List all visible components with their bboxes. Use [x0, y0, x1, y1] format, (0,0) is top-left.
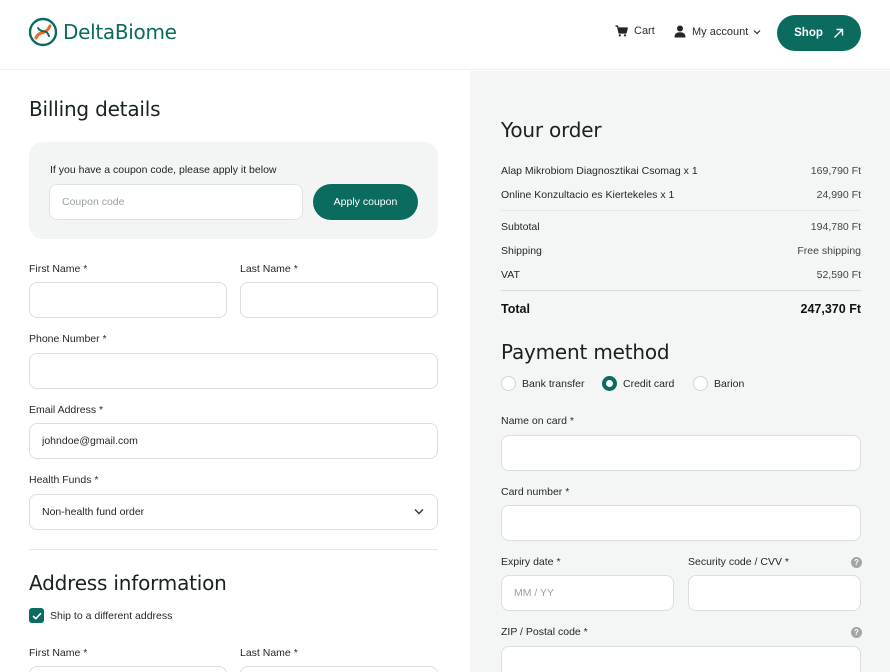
shipping-row: Shipping Free shipping: [501, 245, 861, 257]
payment-option-credit-card[interactable]: Credit card: [602, 376, 674, 391]
payment-option-label: Credit card: [623, 377, 675, 390]
coupon-panel: If you have a coupon code, please apply …: [29, 142, 438, 239]
name-on-card-label: Name on card *: [501, 415, 574, 427]
order-item-price: 24,990 Ft: [816, 189, 861, 201]
chevron-down-icon: [753, 29, 761, 34]
cvv-label: Security code / CVV *: [688, 556, 789, 568]
apply-coupon-button[interactable]: Apply coupon: [313, 184, 418, 220]
card-number-field[interactable]: [501, 505, 861, 541]
my-account-menu[interactable]: My account: [674, 25, 767, 38]
brand-name: DeltaBiome: [63, 20, 177, 44]
email-field[interactable]: [29, 423, 438, 459]
payment-option-label: Bank transfer: [522, 377, 585, 390]
billing-section: Billing details If you have a coupon cod…: [0, 71, 470, 672]
order-divider: [501, 210, 861, 211]
phone-field[interactable]: [29, 353, 438, 389]
coupon-hint: If you have a coupon code, please apply …: [50, 164, 277, 176]
payment-option-label: Barion: [714, 377, 745, 390]
cart-label: Cart: [634, 25, 655, 37]
ship-different-label: Ship to a different address: [50, 610, 173, 622]
radio-button-selected[interactable]: [602, 376, 617, 391]
checkmark-icon: [31, 612, 42, 620]
help-icon[interactable]: ?: [851, 627, 862, 638]
address-first-name-field[interactable]: [29, 666, 227, 672]
total-divider: [501, 290, 861, 291]
user-icon: [674, 25, 686, 38]
billing-title: Billing details: [29, 97, 161, 121]
my-account-label: My account: [692, 25, 749, 38]
order-summary-panel: Your order Alap Mikrobiom Diagnosztikai …: [470, 71, 890, 672]
card-number-label: Card number *: [501, 486, 570, 498]
site-header: DeltaBiome Cart My account Shop: [0, 0, 890, 70]
payment-option-bank-transfer[interactable]: Bank transfer: [501, 376, 584, 391]
ship-different-checkbox[interactable]: [29, 608, 44, 623]
radio-button[interactable]: [693, 376, 708, 391]
zip-field[interactable]: [501, 646, 861, 672]
address-first-name-label: First Name *: [29, 647, 88, 659]
order-item-name: Online Konzultacio es Kiertekeles x 1: [501, 189, 675, 201]
payment-title: Payment method: [501, 340, 670, 364]
shipping-value: Free shipping: [797, 245, 861, 257]
cvv-field[interactable]: [688, 575, 861, 611]
order-item-row: Online Konzultacio es Kiertekeles x 1 24…: [501, 189, 861, 201]
deltabiome-logo-icon: [28, 17, 58, 47]
order-title: Your order: [501, 118, 602, 142]
total-value: 247,370 Ft: [800, 302, 861, 316]
address-title: Address information: [29, 571, 227, 595]
name-on-card-field[interactable]: [501, 435, 861, 471]
subtotal-value: 194,780 Ft: [810, 221, 861, 233]
address-last-name-field[interactable]: [240, 666, 438, 672]
order-item-name: Alap Mikrobiom Diagnosztikai Csomag x 1: [501, 165, 698, 177]
shipping-label: Shipping: [501, 245, 542, 257]
brand-logo[interactable]: DeltaBiome: [28, 17, 177, 47]
phone-label: Phone Number *: [29, 333, 107, 345]
cart-link[interactable]: Cart: [615, 25, 655, 37]
health-funds-label: Health Funds *: [29, 474, 99, 486]
email-label: Email Address *: [29, 404, 104, 416]
subtotal-row: Subtotal 194,780 Ft: [501, 221, 861, 233]
vat-value: 52,590 Ft: [816, 269, 861, 281]
order-item-price: 169,790 Ft: [810, 165, 861, 177]
subtotal-label: Subtotal: [501, 221, 540, 233]
vat-row: VAT 52,590 Ft: [501, 269, 861, 281]
expiry-label: Expiry date *: [501, 556, 561, 568]
first-name-label: First Name *: [29, 263, 88, 275]
coupon-input[interactable]: [49, 184, 303, 220]
radio-button[interactable]: [501, 376, 516, 391]
shop-button-label: Shop: [794, 27, 823, 39]
arrow-up-right-icon: [833, 28, 844, 38]
expiry-field[interactable]: [501, 575, 674, 611]
payment-option-barion[interactable]: Barion: [693, 376, 744, 391]
address-last-name-label: Last Name *: [240, 647, 298, 659]
last-name-field[interactable]: [240, 282, 438, 318]
order-item-row: Alap Mikrobiom Diagnosztikai Csomag x 1 …: [501, 165, 861, 177]
section-divider: [29, 549, 438, 550]
health-funds-value: Non-health fund order: [42, 506, 145, 518]
total-label: Total: [501, 302, 530, 316]
chevron-down-icon: [414, 509, 424, 515]
health-funds-select[interactable]: Non-health fund order: [29, 494, 438, 530]
cart-icon: [615, 25, 628, 37]
first-name-field[interactable]: [29, 282, 227, 318]
help-icon[interactable]: ?: [851, 557, 862, 568]
last-name-label: Last Name *: [240, 263, 298, 275]
zip-label: ZIP / Postal code *: [501, 626, 588, 638]
vat-label: VAT: [501, 269, 520, 281]
total-row: Total 247,370 Ft: [501, 302, 861, 316]
shop-button[interactable]: Shop: [777, 15, 861, 51]
